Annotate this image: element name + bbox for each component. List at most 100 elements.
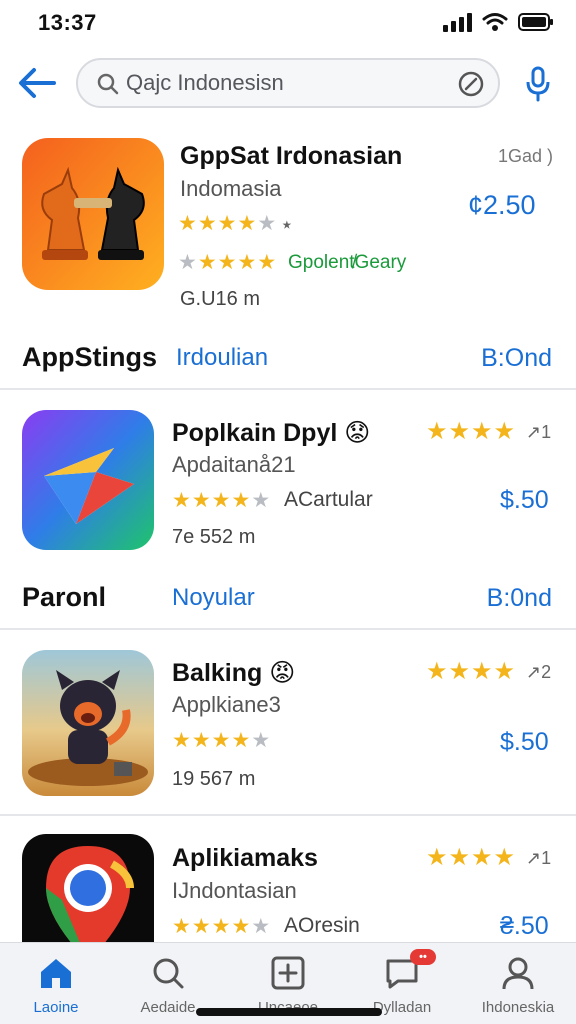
- star-icon: ★: [251, 915, 271, 938]
- star-icon: ★: [493, 844, 516, 871]
- search-box[interactable]: [76, 58, 500, 108]
- featured-extra-label: 1Gad ): [498, 146, 554, 166]
- star-icon: ★: [172, 915, 191, 938]
- status-icons: [442, 12, 554, 32]
- tab-home[interactable]: Laoine: [6, 951, 106, 1021]
- featured-app-title[interactable]: GppSat Irdonasian: [180, 142, 402, 171]
- star-icon: ★: [257, 212, 277, 235]
- person-icon: [498, 953, 538, 993]
- featured-app-card[interactable]: GppSat Irdonasian Indomasia ★ ★ ★ ★ ★ ⭑ ★ ★ ★ ★…: [0, 130, 576, 320]
- divider: [0, 628, 576, 630]
- divider: [0, 388, 576, 390]
- featured-rating-note: ⭑: [282, 214, 292, 234]
- app-title[interactable]: Aplikiamaks: [172, 844, 318, 873]
- add-box-icon: [268, 953, 308, 993]
- featured-app-subtitle: Indomasia: [180, 176, 282, 201]
- star-icon: ★: [211, 729, 231, 752]
- clock: 13:37: [38, 10, 97, 35]
- app-right-rating: ↗2: [526, 662, 552, 682]
- star-icon: ★: [197, 212, 217, 235]
- star-icon: ★: [426, 658, 448, 685]
- star-icon: ★: [493, 418, 516, 445]
- wifi-icon: [482, 13, 508, 31]
- tab-label: Ihdoneskia: [481, 999, 555, 1016]
- tab-label: Laoine: [33, 999, 79, 1016]
- star-icon: ★: [448, 658, 471, 685]
- signal-icon: [443, 13, 472, 32]
- tab-profile[interactable]: Ihdoneskia: [468, 951, 568, 1021]
- section-title: AppStings: [22, 342, 157, 372]
- app-right-stars: ★ ★ ★ ★: [426, 846, 515, 870]
- app-right-stars: ★ ★ ★ ★: [426, 660, 515, 684]
- price-button[interactable]: ₴.50: [500, 912, 549, 941]
- star-icon: ★: [251, 729, 271, 752]
- price-button[interactable]: $.50: [500, 486, 549, 515]
- app-icon[interactable]: [22, 650, 154, 796]
- app-right-rating: ↗1: [526, 848, 552, 868]
- map-pin-icon: [22, 834, 154, 942]
- section-filter-link[interactable]: Noyular: [172, 584, 255, 612]
- notification-badge: ••: [410, 949, 436, 965]
- section-header-appstings: AppStings Irdoulian B:Ond: [0, 342, 576, 382]
- star-icon: ★: [251, 489, 271, 512]
- home-icon: [36, 953, 76, 993]
- app-title[interactable]: Balking 😡: [172, 658, 295, 688]
- app-subtitle: Apdaitanå21: [172, 452, 296, 477]
- app-rating-stars: ★ ★ ★ ★ ★: [172, 730, 270, 751]
- app-subtitle: Applkiane3: [172, 692, 281, 717]
- app-right-stars: ★ ★ ★ ★: [426, 420, 515, 444]
- star-icon: ★: [178, 251, 197, 274]
- app-icon[interactable]: [22, 410, 154, 550]
- back-arrow-icon: [19, 68, 56, 98]
- play-arrow-icon: [22, 410, 154, 550]
- clear-search-icon[interactable]: [458, 71, 484, 97]
- app-list-item[interactable]: Aplikiamaks IJndontasian ★ ★ ★ ★ ★ AOresin ★…: [0, 826, 576, 942]
- search-input[interactable]: [126, 68, 446, 98]
- back-button[interactable]: [14, 60, 60, 106]
- featured-price-button[interactable]: ¢2.50: [468, 190, 536, 221]
- star-icon: ★: [448, 844, 471, 871]
- app-icon[interactable]: [22, 834, 154, 942]
- featured-ads-label: Gpolent̸Geary: [288, 252, 407, 273]
- star-icon: ★: [426, 418, 448, 445]
- section-see-all-link[interactable]: B:Ond: [481, 344, 552, 373]
- star-icon: ★: [211, 489, 231, 512]
- app-rating-text: AOresin: [284, 914, 360, 937]
- section-see-all-link[interactable]: B:0nd: [487, 584, 552, 613]
- chess-pieces-icon: [22, 138, 164, 290]
- microphone-icon: [526, 66, 550, 102]
- star-icon: ★: [493, 658, 516, 685]
- app-size: 19 567 m: [172, 768, 256, 790]
- app-subtitle: IJndontasian: [172, 878, 297, 903]
- star-icon: ★: [217, 251, 237, 274]
- star-icon: ★: [191, 915, 211, 938]
- section-filter-link[interactable]: Irdoulian: [176, 344, 268, 372]
- app-list-item[interactable]: Poplkain Dpyl 😟 Apdaitanå21 ★ ★ ★ ★ ★ ACartu…: [0, 400, 576, 560]
- featured-secondary-stars: ★ ★ ★ ★ ★: [178, 252, 276, 273]
- featured-app-icon[interactable]: [22, 138, 164, 290]
- search-icon: [148, 953, 188, 993]
- app-title[interactable]: Poplkain Dpyl 😟: [172, 418, 370, 448]
- featured-app-size: G.U16 m: [180, 288, 261, 310]
- section-header-paronl: Paronl Noyular B:0nd: [0, 582, 576, 622]
- star-icon: ★: [231, 489, 251, 512]
- star-icon: ★: [426, 844, 448, 871]
- star-icon: ★: [211, 915, 231, 938]
- star-icon: ★: [172, 489, 191, 512]
- battery-icon: [518, 13, 553, 31]
- search-icon: [97, 73, 119, 95]
- star-icon: ★: [448, 418, 471, 445]
- star-icon: ★: [197, 251, 217, 274]
- cartoon-character-icon: [22, 650, 154, 796]
- home-indicator: [196, 1008, 382, 1016]
- star-icon: ★: [471, 844, 493, 871]
- price-button[interactable]: $.50: [500, 728, 549, 757]
- star-icon: ★: [217, 212, 237, 235]
- app-rating-stars: ★ ★ ★ ★ ★: [172, 916, 270, 937]
- star-icon: ★: [231, 915, 251, 938]
- app-list-item[interactable]: Balking 😡 Applkiane3 ★ ★ ★ ★ ★ 19 567 m ★ ★ ★ ★…: [0, 640, 576, 800]
- star-icon: ★: [471, 418, 493, 445]
- star-icon: ★: [191, 489, 211, 512]
- voice-search-button[interactable]: [518, 62, 558, 106]
- section-title: Paronl: [22, 582, 107, 612]
